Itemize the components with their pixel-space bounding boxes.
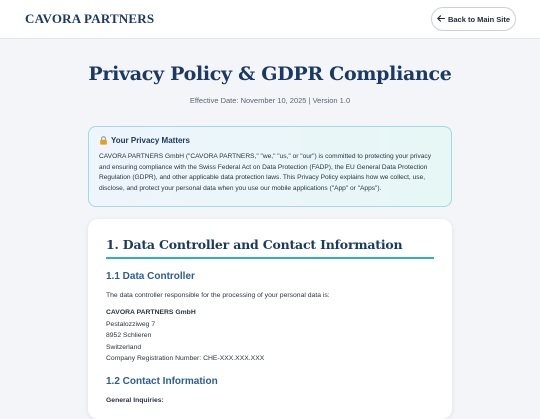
subsection-contact-information: 1.2 Contact Information <box>106 376 218 387</box>
section-title: 1. Data Controller and Contact Informati… <box>106 237 403 252</box>
controller-address: CAVORA PARTNERS GmbH Pestalozziweg 7 895… <box>106 307 264 365</box>
controller-intro: The data controller responsible for the … <box>106 292 330 299</box>
back-to-main-site-button[interactable]: Back to Main Site <box>431 7 516 31</box>
brand-logo[interactable]: CAVORA PARTNERS <box>25 11 154 27</box>
arrow-left-icon <box>436 14 445 24</box>
company-name: CAVORA PARTNERS GmbH <box>106 309 196 316</box>
effective-date: Effective Date: November 10, 2025 | Vers… <box>189 96 351 105</box>
address-country: Switzerland <box>106 343 142 351</box>
notice-heading-row: Your Privacy Matters <box>99 136 441 145</box>
notice-body: CAVORA PARTNERS GmbH ("CAVORA PARTNERS,"… <box>99 153 432 193</box>
section-card: 1. Data Controller and Contact Informati… <box>88 219 452 419</box>
top-nav-bar: CAVORA PARTNERS Back to Main Site <box>0 0 540 39</box>
back-button-label: Back to Main Site <box>447 14 511 24</box>
privacy-notice-box: Your Privacy Matters CAVORA PARTNERS Gmb… <box>88 126 452 207</box>
subsection-data-controller: 1.1 Data Controller <box>106 271 195 282</box>
lock-icon <box>99 136 108 145</box>
general-inquiries-label: General Inquiries: <box>106 397 164 404</box>
address-city: 8952 Schlieren <box>106 332 152 340</box>
address-street: Pestalozziweg 7 <box>106 320 156 328</box>
notice-heading: Your Privacy Matters <box>111 136 190 145</box>
registration-number: Company Registration Number: CHE-XXX.XXX… <box>106 355 265 363</box>
page-title: Privacy Policy & GDPR Compliance <box>88 63 452 85</box>
section-divider <box>106 257 434 259</box>
